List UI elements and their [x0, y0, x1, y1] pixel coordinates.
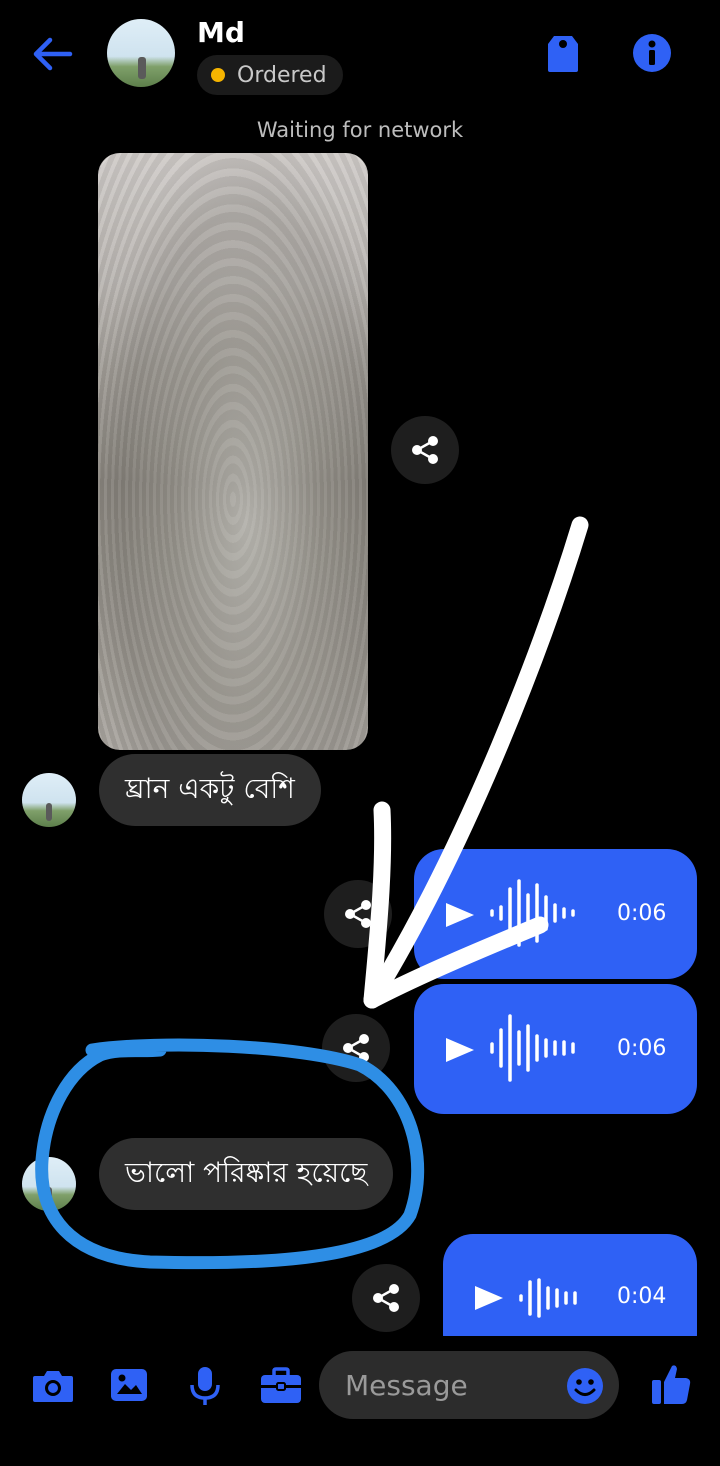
briefcase-button[interactable]: [258, 1366, 304, 1406]
image-message[interactable]: [98, 153, 368, 750]
info-icon: [633, 34, 671, 72]
microphone-icon: [190, 1367, 220, 1405]
voice-duration: 0:06: [617, 901, 667, 926]
share-icon: [412, 436, 438, 464]
sender-avatar[interactable]: [22, 773, 76, 827]
gallery-button[interactable]: [108, 1366, 150, 1404]
back-arrow-icon: [33, 37, 73, 71]
camera-icon: [33, 1371, 73, 1402]
play-icon[interactable]: [473, 1284, 505, 1312]
voice-duration: 0:06: [617, 1036, 667, 1061]
waveform-icon: [490, 1014, 575, 1082]
microphone-button[interactable]: [188, 1364, 222, 1408]
network-status-text: Waiting for network: [256, 118, 464, 142]
briefcase-icon: [261, 1367, 301, 1403]
voice-message[interactable]: 0:06: [414, 984, 697, 1114]
incoming-message-bubble[interactable]: ভালো পরিষ্কার হয়েছে: [99, 1138, 394, 1210]
play-icon[interactable]: [444, 1036, 476, 1064]
message-input-container[interactable]: [319, 1351, 619, 1419]
tag-icon: [548, 36, 578, 72]
gallery-icon: [111, 1369, 147, 1401]
waveform-icon: [490, 879, 575, 947]
info-button[interactable]: [632, 33, 672, 73]
share-icon: [345, 900, 371, 928]
status-label: Ordered: [237, 62, 327, 88]
sender-avatar[interactable]: [22, 1157, 76, 1211]
voice-message[interactable]: 0:06: [414, 849, 697, 979]
waveform-icon: [519, 1278, 577, 1318]
thumbs-up-icon: [652, 1365, 691, 1404]
message-text: ঘ্রান একটু বেশি: [125, 771, 295, 805]
share-button[interactable]: [391, 416, 459, 484]
contact-name[interactable]: Md: [197, 16, 245, 49]
play-icon[interactable]: [444, 901, 476, 929]
tag-button[interactable]: [544, 32, 582, 74]
camera-button[interactable]: [30, 1366, 76, 1406]
message-text: ভালো পরিষ্কার হয়েছে: [125, 1155, 368, 1189]
voice-message[interactable]: 0:04: [443, 1234, 697, 1336]
emoji-icon[interactable]: [565, 1366, 605, 1406]
message-list-clip: 0:04: [0, 1234, 720, 1336]
share-icon: [343, 1034, 369, 1062]
share-button[interactable]: [322, 1014, 390, 1082]
incoming-message-bubble[interactable]: ঘ্রান একটু বেশি: [99, 754, 321, 826]
contact-avatar[interactable]: [107, 19, 175, 87]
voice-duration: 0:04: [617, 1284, 667, 1309]
message-input[interactable]: [343, 1367, 547, 1403]
bucket-rim: [98, 153, 368, 465]
like-button[interactable]: [650, 1362, 692, 1406]
status-badge[interactable]: Ordered: [197, 55, 343, 95]
share-button[interactable]: [324, 880, 392, 948]
status-dot: [211, 68, 225, 82]
back-button[interactable]: [30, 34, 76, 74]
